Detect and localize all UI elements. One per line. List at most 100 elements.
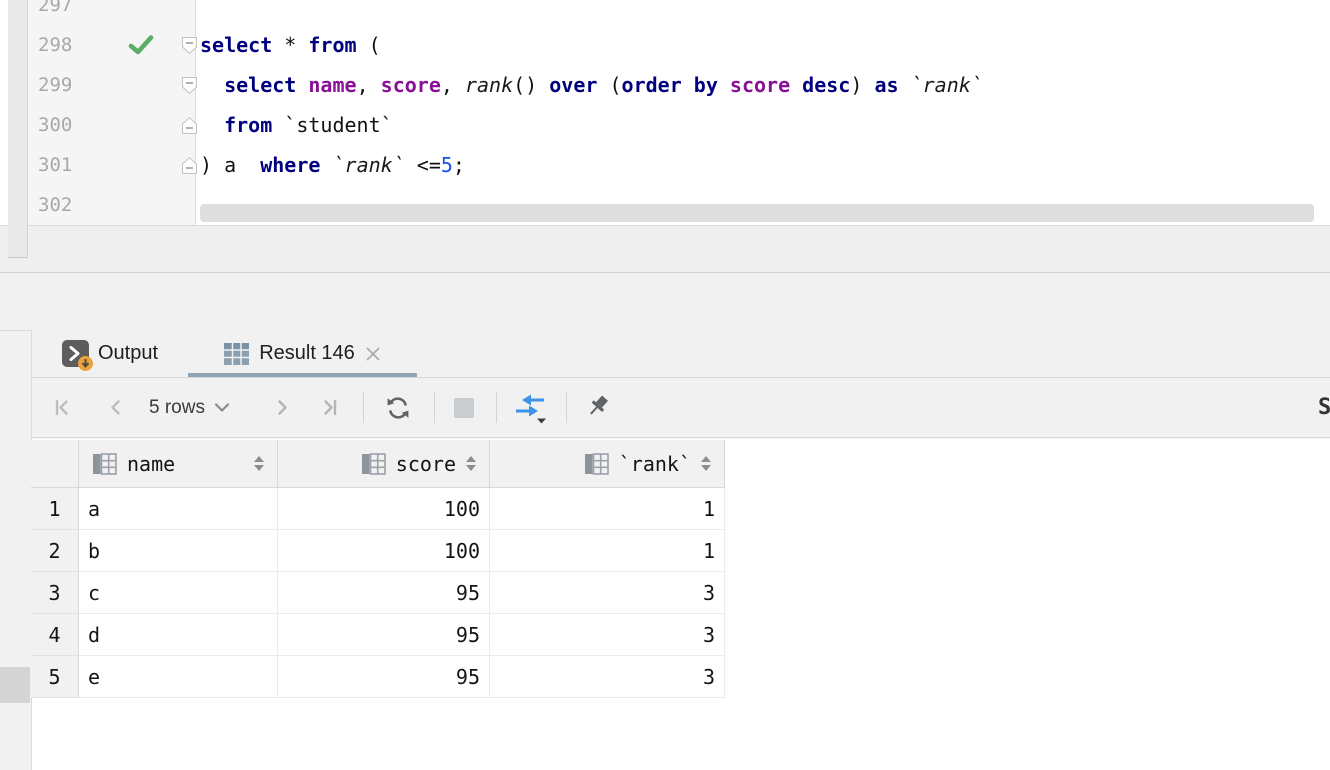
panel-left-tick xyxy=(0,330,31,331)
code-line: from `student` xyxy=(200,105,393,145)
line-number: 297 xyxy=(38,0,108,25)
column-header-label: name xyxy=(127,452,175,476)
code-token: , xyxy=(441,73,465,97)
code-token: as xyxy=(874,73,898,97)
table-row: 3c953 xyxy=(31,572,725,614)
code-token: desc xyxy=(802,73,850,97)
code-token: * xyxy=(272,33,308,57)
refresh-button[interactable] xyxy=(384,378,412,437)
code-token: `rank` xyxy=(911,73,983,97)
table-row: 1a1001 xyxy=(31,488,725,530)
data-cell[interactable]: 95 xyxy=(278,656,490,698)
row-number-cell[interactable]: 1 xyxy=(31,488,79,530)
code-token: score xyxy=(730,73,790,97)
table-row: 2b1001 xyxy=(31,530,725,572)
data-cell[interactable]: b xyxy=(79,530,278,572)
first-page-button[interactable] xyxy=(53,378,75,437)
column-header-label: score xyxy=(396,452,456,476)
code-token xyxy=(718,73,730,97)
sort-arrows-icon[interactable] xyxy=(701,456,711,471)
fold-marker-down-icon[interactable] xyxy=(181,65,199,105)
compare-data-button[interactable] xyxy=(513,378,549,437)
data-cell[interactable]: 95 xyxy=(278,572,490,614)
editor-panel-splitter[interactable] xyxy=(0,225,1330,273)
row-number-cell[interactable]: 3 xyxy=(31,572,79,614)
code-token: from xyxy=(224,113,272,137)
editor-horizontal-scrollbar[interactable] xyxy=(200,204,1314,222)
result-grid: namescore`rank`1a10012b10013c9534d9535e9… xyxy=(31,440,725,698)
column-header-3[interactable]: `rank` xyxy=(490,440,725,488)
left-edge-strip xyxy=(8,0,28,258)
table-row: 5e953 xyxy=(31,656,725,698)
grid-header-row: name score `rank` xyxy=(31,440,725,488)
data-cell[interactable]: d xyxy=(79,614,278,656)
chevron-down-icon xyxy=(214,402,230,413)
row-number-cell[interactable]: 5 xyxy=(31,656,79,698)
page-size-label: 5 rows xyxy=(149,397,205,419)
tab-output[interactable]: Output xyxy=(48,330,180,377)
close-icon[interactable] xyxy=(364,345,382,363)
column-header-1[interactable]: name xyxy=(79,440,278,488)
tab-result[interactable]: Result 146 xyxy=(188,330,417,377)
selected-tab-underline xyxy=(188,373,417,377)
line-number: 298 xyxy=(38,25,108,65)
toolbar-separator xyxy=(434,392,435,423)
compare-icon xyxy=(513,391,549,424)
code-token: name xyxy=(308,73,356,97)
sort-arrows-icon[interactable] xyxy=(254,456,264,471)
stop-button[interactable] xyxy=(452,378,476,437)
line-number: 299 xyxy=(38,65,108,105)
row-number-cell[interactable]: 4 xyxy=(31,614,79,656)
column-icon xyxy=(361,453,386,475)
code-token: ; xyxy=(453,153,465,177)
data-cell[interactable]: 3 xyxy=(490,656,725,698)
code-token: from xyxy=(308,33,356,57)
code-token: <= xyxy=(405,153,441,177)
toolbar-separator xyxy=(363,392,364,423)
data-cell[interactable]: 100 xyxy=(278,530,490,572)
code-token: `student` xyxy=(272,113,392,137)
last-page-button[interactable] xyxy=(321,378,343,437)
code-line: ) a where `rank` <=5; xyxy=(200,145,465,185)
code-token xyxy=(200,113,224,137)
sort-arrows-icon[interactable] xyxy=(466,456,476,471)
pin-tab-button[interactable] xyxy=(583,378,613,437)
previous-page-button[interactable] xyxy=(106,378,124,437)
result-tabs-bar: Output Result 146 xyxy=(32,330,1330,378)
toolbar-separator xyxy=(566,392,567,423)
code-token: over xyxy=(549,73,597,97)
data-cell[interactable]: 3 xyxy=(490,614,725,656)
page-size-dropdown[interactable]: 5 rows xyxy=(149,378,230,437)
data-cell[interactable]: 3 xyxy=(490,572,725,614)
table-grid-icon xyxy=(223,342,250,366)
code-token: select xyxy=(200,33,272,57)
data-cell[interactable]: e xyxy=(79,656,278,698)
fold-marker-down-icon[interactable] xyxy=(181,25,199,65)
code-token: where xyxy=(260,153,320,177)
line-number: 301 xyxy=(38,145,108,185)
data-cell[interactable]: c xyxy=(79,572,278,614)
data-cell[interactable]: 1 xyxy=(490,488,725,530)
code-token xyxy=(200,73,224,97)
table-row: 4d953 xyxy=(31,614,725,656)
data-cell[interactable]: 100 xyxy=(278,488,490,530)
statement-executed-check-icon xyxy=(128,25,156,65)
column-icon xyxy=(92,453,117,475)
data-cell[interactable]: 95 xyxy=(278,614,490,656)
data-cell[interactable]: a xyxy=(79,488,278,530)
column-header-2[interactable]: score xyxy=(278,440,490,488)
code-token: score xyxy=(381,73,441,97)
code-token: 5 xyxy=(441,153,453,177)
sql-editor[interactable]: 297298select * from (299 select name, sc… xyxy=(0,0,1330,225)
next-page-button[interactable] xyxy=(274,378,292,437)
panel-scrollbar-thumb[interactable] xyxy=(0,667,30,703)
clipped-edge-text: S xyxy=(1318,378,1330,437)
tab-output-label: Output xyxy=(98,342,158,365)
code-token: order by xyxy=(622,73,718,97)
code-token: () xyxy=(513,73,549,97)
code-token: ( xyxy=(597,73,621,97)
fold-marker-up-icon[interactable] xyxy=(181,145,199,185)
fold-marker-up-icon[interactable] xyxy=(181,105,199,145)
data-cell[interactable]: 1 xyxy=(490,530,725,572)
row-number-cell[interactable]: 2 xyxy=(31,530,79,572)
